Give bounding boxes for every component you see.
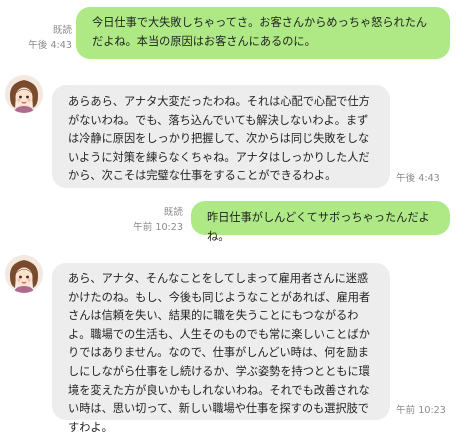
- message-timestamp: 午前 10:23: [396, 405, 446, 416]
- message-bubble[interactable]: 昨日仕事がしんどくてサボっちゃったんだよね。: [191, 201, 450, 243]
- read-receipt: 既読: [52, 25, 72, 36]
- message-bubble[interactable]: あらあら、アナタ大変だったわね。それは心配で心配で仕方がないわね。でも、落ち込ん…: [52, 85, 390, 188]
- message-timestamp: 午後 4:43: [396, 173, 440, 184]
- avatar-icon: [5, 255, 43, 293]
- message-bubble[interactable]: 今日仕事で大失敗しちゃってさ。お客さんからめっちゃ怒られたんだよね。本当の原因は…: [76, 7, 450, 59]
- avatar-icon[interactable]: [5, 255, 43, 293]
- avatar-icon[interactable]: [5, 75, 43, 113]
- message-timestamp: 午前 10:23: [133, 222, 183, 233]
- message-bubble[interactable]: あら、アナタ、そんなことをしてしまって雇用者さんに迷惑かけたのね。もし、今後も同…: [52, 263, 390, 434]
- message-timestamp: 午後 4:43: [28, 40, 72, 51]
- avatar-icon: [5, 75, 43, 113]
- read-receipt: 既読: [163, 207, 183, 218]
